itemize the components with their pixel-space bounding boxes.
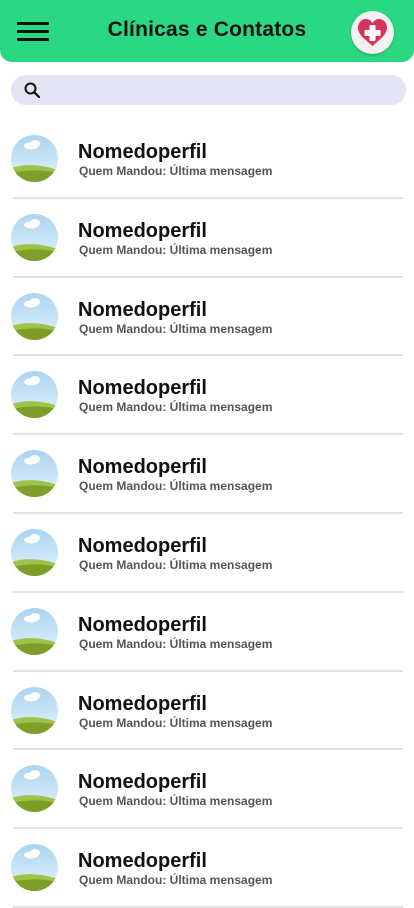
last-message: Quem Mandou: Última mensagem (79, 715, 273, 730)
contact-name: Nomedoperfil (78, 771, 207, 794)
avatar (11, 607, 58, 655)
heart-cross-icon[interactable] (351, 11, 394, 54)
last-message: Quem Mandou: Última mensagem (79, 557, 273, 572)
hamburger-menu-icon[interactable] (17, 20, 49, 44)
avatar (11, 528, 58, 576)
contact-name: Nomedoperfil (78, 613, 207, 636)
contact-name: Nomedoperfil (78, 692, 207, 715)
last-message: Quem Mandou: Última mensagem (79, 479, 273, 494)
last-message: Quem Mandou: Última mensagem (79, 164, 273, 178)
contact-list-item[interactable]: Nomedoperfil Quem Mandou: Última mensage… (0, 120, 414, 199)
contact-list-item[interactable]: Nomedoperfil Quem Mandou: Última mensage… (0, 750, 414, 830)
search-icon (24, 82, 40, 98)
avatar (11, 213, 58, 261)
contact-list-item[interactable]: Nomedoperfil Quem Mandou: Última mensage… (0, 435, 414, 514)
search-input[interactable] (51, 75, 396, 105)
avatar (11, 686, 58, 734)
contact-list-item[interactable]: Nomedoperfil Quem Mandou: Última mensage… (0, 514, 414, 593)
contact-list-item[interactable]: Nomedoperfil Quem Mandou: Última mensage… (0, 356, 414, 436)
app-header: Clínicas e Contatos (0, 0, 414, 62)
search-bar[interactable] (11, 75, 406, 105)
contact-list: Nomedoperfil Quem Mandou: Última mensage… (0, 120, 414, 908)
contact-list-item[interactable]: Nomedoperfil Quem Mandou: Última mensage… (0, 829, 414, 908)
contact-name: Nomedoperfil (78, 534, 207, 557)
avatar (11, 135, 58, 182)
last-message: Quem Mandou: Última mensagem (79, 794, 273, 809)
contact-name: Nomedoperfil (78, 298, 207, 321)
contact-name: Nomedoperfil (78, 456, 207, 479)
avatar (11, 765, 58, 813)
contact-list-item[interactable]: Nomedoperfil Quem Mandou: Última mensage… (0, 593, 414, 672)
contact-name: Nomedoperfil (78, 141, 207, 163)
avatar (11, 292, 58, 340)
contact-name: Nomedoperfil (78, 377, 207, 400)
contact-list-item[interactable]: Nomedoperfil Quem Mandou: Última mensage… (0, 199, 414, 278)
avatar (11, 371, 58, 419)
last-message: Quem Mandou: Última mensagem (79, 321, 273, 336)
last-message: Quem Mandou: Última mensagem (79, 242, 273, 257)
last-message: Quem Mandou: Última mensagem (79, 873, 273, 888)
contact-list-item[interactable]: Nomedoperfil Quem Mandou: Última mensage… (0, 278, 414, 357)
avatar (11, 450, 58, 498)
last-message: Quem Mandou: Última mensagem (79, 636, 273, 651)
page-title: Clínicas e Contatos (107, 18, 307, 41)
contact-name: Nomedoperfil (78, 219, 207, 242)
contact-list-item[interactable]: Nomedoperfil Quem Mandou: Última mensage… (0, 672, 414, 751)
contact-name: Nomedoperfil (78, 850, 207, 873)
last-message: Quem Mandou: Última mensagem (79, 400, 273, 415)
avatar (11, 844, 58, 892)
